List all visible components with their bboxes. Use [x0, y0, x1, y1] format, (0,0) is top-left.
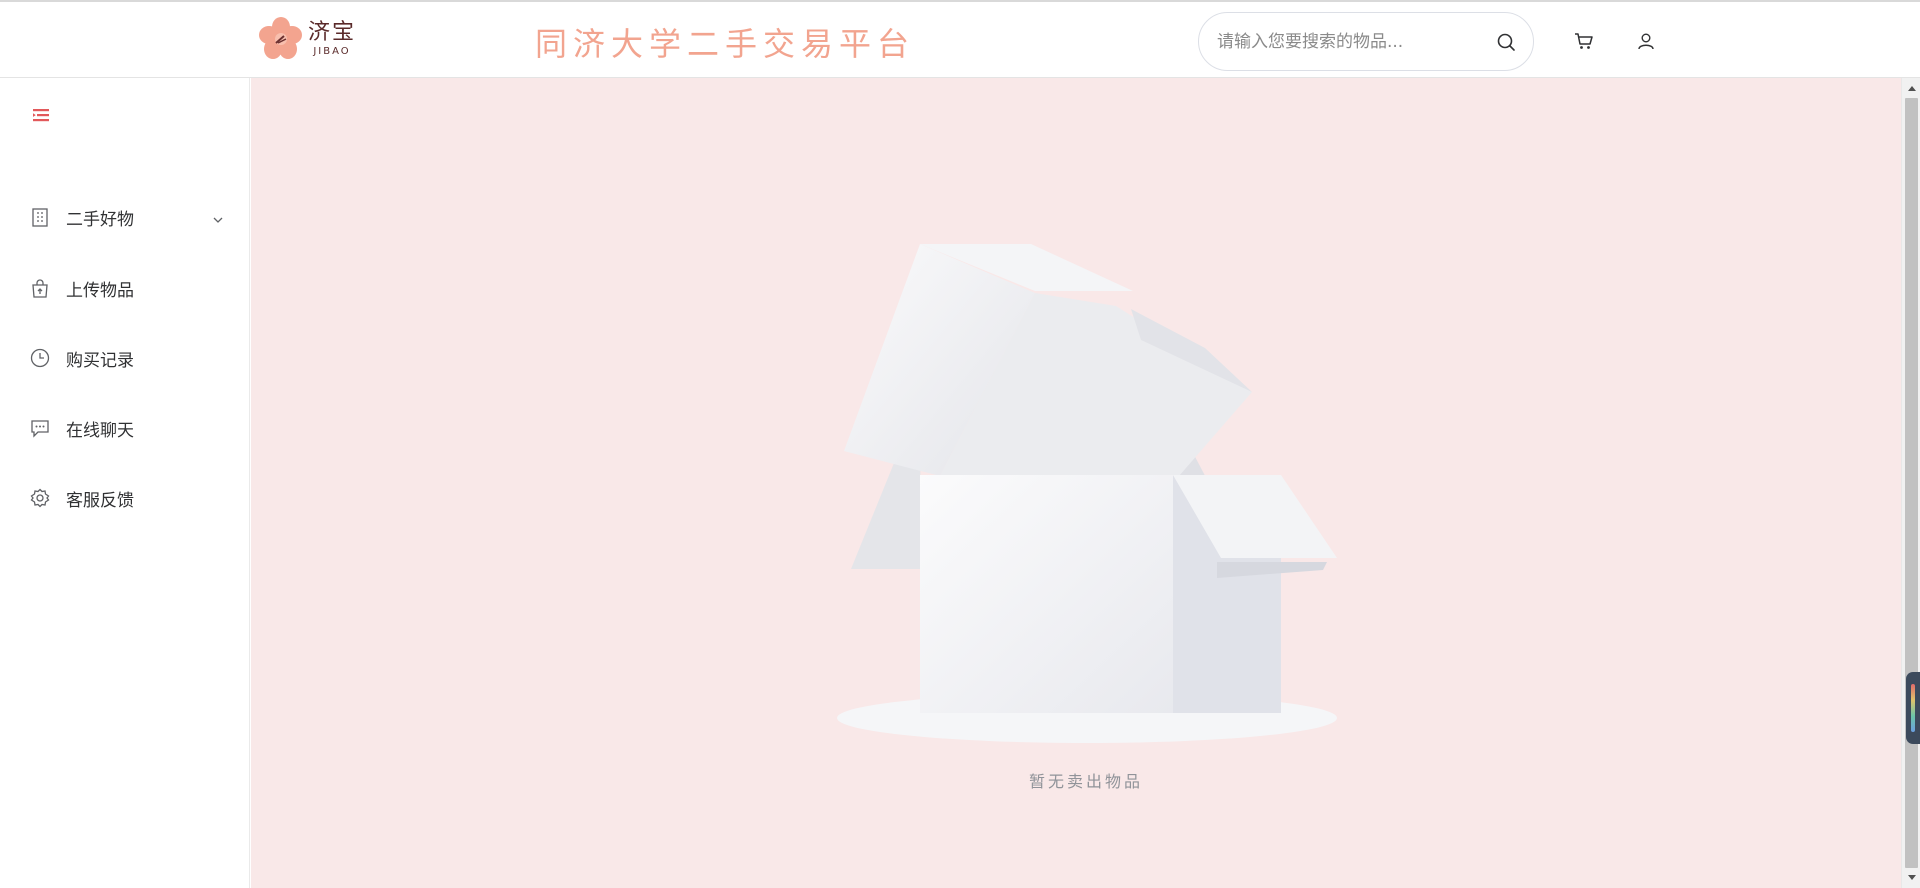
sidebar-item-secondhand-goods[interactable]: 二手好物	[0, 189, 250, 245]
site-title: 同济大学二手交易平台	[535, 25, 916, 63]
sidebar-item-upload[interactable]: 上传物品	[0, 260, 250, 316]
menu-collapse-icon[interactable]	[32, 106, 50, 124]
sidebar-item-label: 二手好物	[66, 209, 134, 230]
sidebar: 二手好物 上传物品 购买记录 在线聊天 客服反馈	[0, 78, 250, 888]
search-icon[interactable]	[1495, 31, 1517, 53]
empty-box-illustration	[837, 244, 1337, 743]
sidebar-item-online-chat[interactable]: 在线聊天	[0, 400, 250, 456]
floating-side-widget[interactable]	[1906, 672, 1920, 744]
main-content: 暂无卖出物品	[251, 78, 1901, 888]
building-icon	[30, 207, 50, 227]
clock-icon	[30, 348, 50, 368]
empty-state-text: 暂无卖出物品	[1028, 772, 1143, 791]
sidebar-item-label: 购买记录	[66, 350, 134, 371]
logo-english-text: JIBAO	[313, 46, 351, 57]
vertical-scrollbar[interactable]	[1901, 78, 1920, 888]
scroll-down-arrow-icon[interactable]	[1902, 870, 1920, 886]
sidebar-item-purchase-history[interactable]: 购买记录	[0, 330, 250, 386]
sidebar-item-label: 在线聊天	[66, 420, 134, 441]
cherry-blossom-logo-icon	[259, 17, 302, 59]
search-input[interactable]	[1217, 31, 1495, 52]
sidebar-item-customer-feedback[interactable]: 客服反馈	[0, 470, 250, 526]
scrollbar-thumb[interactable]	[1905, 98, 1918, 868]
user-icon[interactable]	[1634, 29, 1658, 53]
top-header: 济宝 JIBAO 同济大学二手交易平台	[0, 0, 1920, 78]
logo[interactable]: 济宝 JIBAO	[258, 16, 368, 62]
upload-bag-icon	[30, 278, 50, 298]
chevron-down-icon	[212, 211, 224, 223]
sidebar-item-label: 上传物品	[66, 280, 134, 301]
scroll-up-arrow-icon[interactable]	[1902, 80, 1920, 96]
logo-chinese-text: 济宝	[308, 20, 357, 45]
sidebar-item-label: 客服反馈	[66, 490, 134, 511]
chat-icon	[30, 418, 50, 438]
search-box	[1198, 12, 1534, 71]
widget-indicator-icon	[1911, 684, 1915, 732]
gear-icon	[30, 488, 50, 508]
cart-icon[interactable]	[1572, 29, 1596, 53]
